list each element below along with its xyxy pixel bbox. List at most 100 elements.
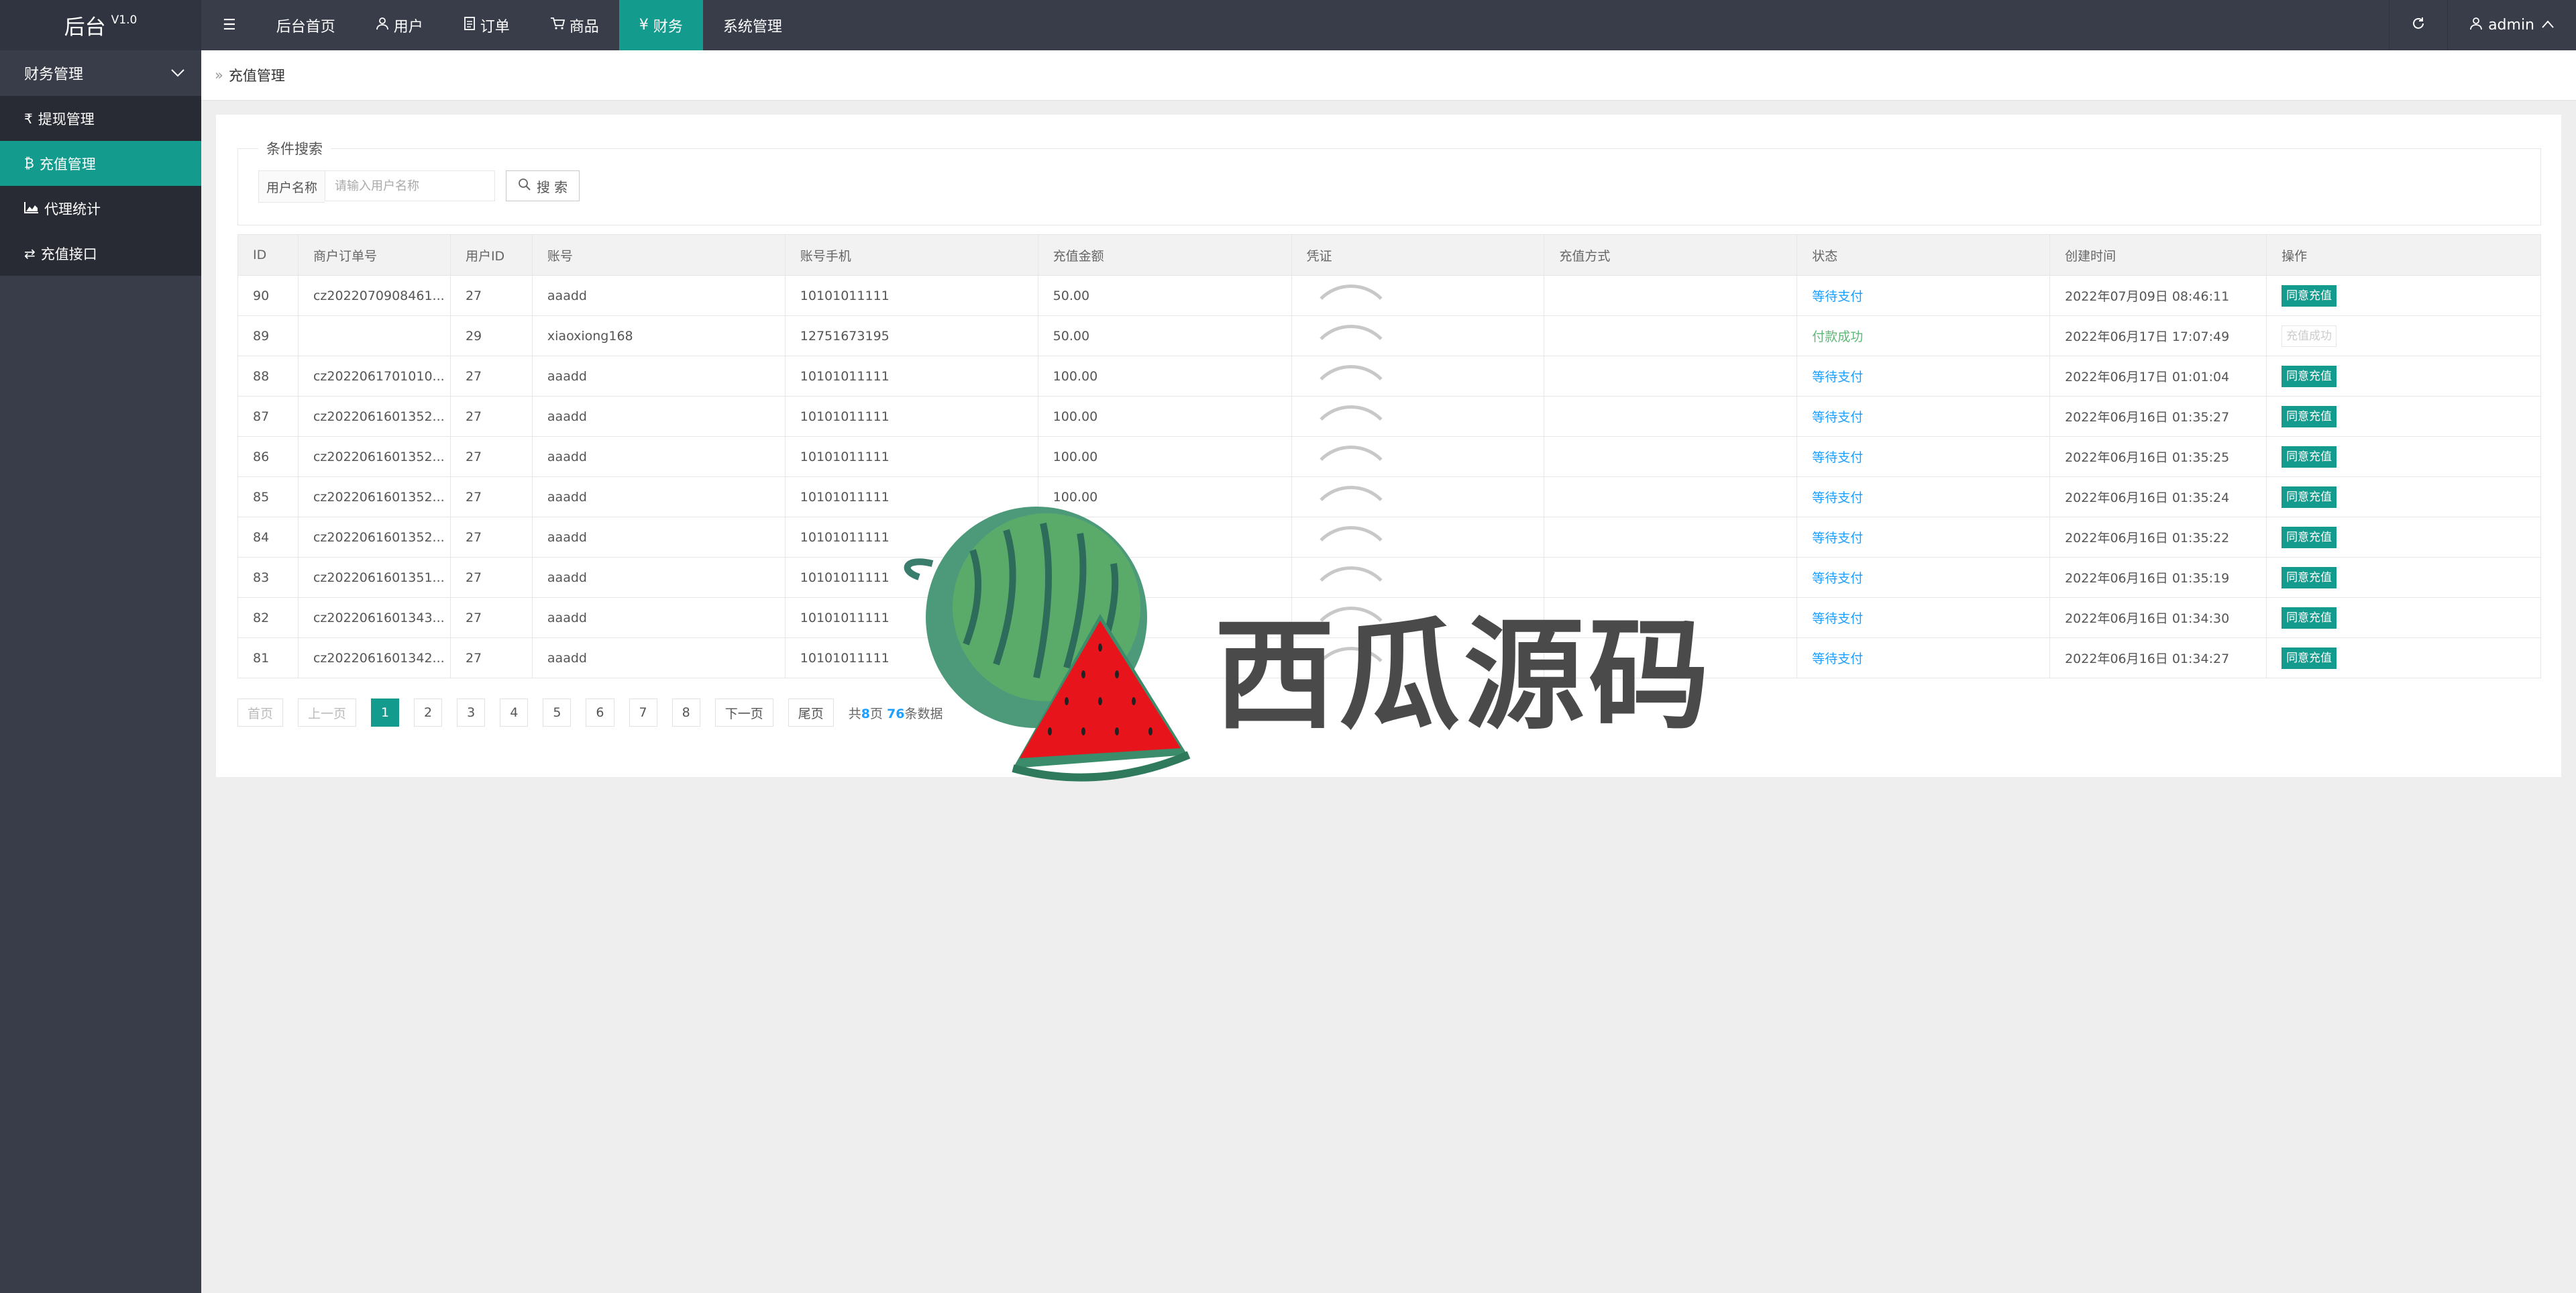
- top-bar: 后台 V1.0 ☰ 后台首页 用户 订单 商品 ¥ 财务 系统管理 admin: [0, 0, 2576, 50]
- page-5-button[interactable]: 5: [543, 699, 572, 727]
- col-order-no[interactable]: 商户订单号: [297, 234, 451, 276]
- cell-account: aaadd: [531, 517, 786, 558]
- col-id[interactable]: ID: [237, 234, 299, 276]
- prev-page-button[interactable]: 上一页: [298, 699, 357, 727]
- user-icon: [376, 17, 389, 34]
- cell-phone: 10101011111: [784, 436, 1038, 477]
- col-actions[interactable]: 操作: [2266, 234, 2541, 276]
- cell-order: cz2022061701010...: [297, 356, 451, 397]
- col-voucher[interactable]: 凭证: [1291, 234, 1545, 276]
- cell-actions: 同意充值: [2266, 356, 2541, 397]
- refresh-icon: [2411, 16, 2426, 35]
- nav-item-finance[interactable]: ¥ 财务: [619, 0, 703, 50]
- user-menu[interactable]: admin: [2447, 0, 2576, 50]
- first-page-button[interactable]: 首页: [237, 699, 284, 727]
- refresh-button[interactable]: [2389, 0, 2447, 50]
- col-created[interactable]: 创建时间: [2049, 234, 2267, 276]
- approve-recharge-button[interactable]: 同意充值: [2282, 647, 2337, 669]
- nav-item-orders[interactable]: 订单: [443, 0, 530, 50]
- approve-recharge-button[interactable]: 同意充值: [2282, 486, 2337, 508]
- approve-recharge-button[interactable]: 同意充值: [2282, 405, 2337, 427]
- user-icon: [2469, 17, 2483, 34]
- approve-recharge-button[interactable]: 同意充值: [2282, 285, 2337, 307]
- cell-actions: 同意充值: [2266, 637, 2541, 678]
- cell-status: 等待支付: [1796, 436, 2051, 477]
- chevron-up-icon: [2541, 18, 2555, 32]
- cell-uid: 29: [449, 315, 533, 356]
- cell-created: 2022年06月17日 01:01:04: [2049, 356, 2267, 397]
- cell-uid: 27: [449, 557, 533, 598]
- col-status[interactable]: 状态: [1796, 234, 2051, 276]
- cell-id: 88: [237, 356, 299, 397]
- sidebar-item-withdraw[interactable]: ₹ 提现管理: [0, 96, 201, 141]
- page-7-button[interactable]: 7: [629, 699, 657, 727]
- nav-item-home[interactable]: 后台首页: [256, 0, 356, 50]
- col-account[interactable]: 账号: [531, 234, 786, 276]
- app-logo[interactable]: 后台 V1.0: [0, 0, 201, 50]
- sidebar-item-label: 代理统计: [44, 201, 101, 217]
- sidebar-item-agent-stats[interactable]: 代理统计: [0, 186, 201, 231]
- cell-created: 2022年06月16日 01:35:24: [2049, 476, 2267, 517]
- cell-order: cz2022061601352...: [297, 476, 451, 517]
- cell-status: 等待支付: [1796, 356, 2051, 397]
- pager-total-pages: 8: [861, 706, 870, 721]
- table-row: 89 29 xiaoxiong168 12751673195 50.00 付款成功 2022…: [237, 315, 2541, 356]
- cell-amount: 100.00: [1037, 436, 1292, 477]
- sidebar-item-label: 提现管理: [38, 111, 95, 127]
- last-page-button[interactable]: 尾页: [788, 699, 834, 727]
- col-phone[interactable]: 账号手机: [784, 234, 1038, 276]
- cell-status: 等待支付: [1796, 396, 2051, 437]
- exchange-icon: ⇄: [24, 245, 36, 262]
- search-panel: 条件搜索 用户名称 搜 索: [237, 138, 2541, 225]
- approve-recharge-button[interactable]: 同意充值: [2282, 566, 2337, 588]
- approve-recharge-button[interactable]: 同意充值: [2282, 607, 2337, 629]
- sidebar-item-recharge-api[interactable]: ⇄ 充值接口: [0, 231, 201, 276]
- nav-label: 后台首页: [276, 18, 335, 36]
- menu-toggle-button[interactable]: ☰: [201, 0, 256, 50]
- nav-item-products[interactable]: 商品: [530, 0, 619, 50]
- sidebar-item-label: 充值接口: [40, 246, 97, 262]
- cell-phone: 10101011111: [784, 356, 1038, 397]
- nav-item-system[interactable]: 系统管理: [703, 0, 802, 50]
- col-amount[interactable]: 充值金额: [1037, 234, 1292, 276]
- nav-label: 商品: [569, 18, 599, 36]
- loading-spinner-icon: [1306, 405, 1399, 432]
- cell-actions: 同意充值: [2266, 476, 2541, 517]
- page-2-button[interactable]: 2: [414, 699, 443, 727]
- cell-id: 85: [237, 476, 299, 517]
- page-8-button[interactable]: 8: [672, 699, 700, 727]
- cell-status: 等待支付: [1796, 517, 2051, 558]
- cell-phone: 10101011111: [784, 275, 1038, 316]
- cell-voucher: [1291, 275, 1545, 316]
- app-title: 后台: [64, 15, 106, 40]
- next-page-button[interactable]: 下一页: [714, 699, 773, 727]
- nav-label: 财务: [653, 18, 683, 36]
- approve-recharge-button[interactable]: 同意充值: [2282, 446, 2337, 468]
- cell-id: 89: [237, 315, 299, 356]
- page-1-button[interactable]: 1: [371, 699, 400, 727]
- nav-label: 订单: [480, 18, 510, 36]
- sidebar-group-finance[interactable]: 财务管理: [0, 50, 201, 96]
- nav-item-users[interactable]: 用户: [356, 0, 443, 50]
- cell-account: aaadd: [531, 557, 786, 598]
- cell-order: cz2022061601352...: [297, 396, 451, 437]
- breadcrumb: » 充值管理: [201, 50, 2576, 101]
- sidebar-item-recharge[interactable]: ₿ 充值管理: [0, 141, 201, 186]
- cell-method: [1544, 396, 1798, 437]
- page-3-button[interactable]: 3: [457, 699, 486, 727]
- nav-label: 用户: [393, 18, 423, 36]
- page-6-button[interactable]: 6: [586, 699, 614, 727]
- loading-spinner-icon: [1306, 365, 1399, 392]
- page-4-button[interactable]: 4: [500, 699, 529, 727]
- username-search-input[interactable]: [325, 170, 495, 201]
- col-method[interactable]: 充值方式: [1544, 234, 1798, 276]
- cell-order: [297, 315, 451, 356]
- cell-created: 2022年06月16日 01:34:27: [2049, 637, 2267, 678]
- cell-actions: 同意充值: [2266, 597, 2541, 638]
- approve-recharge-button[interactable]: 同意充值: [2282, 526, 2337, 548]
- approve-recharge-button[interactable]: 同意充值: [2282, 365, 2337, 387]
- col-user-id[interactable]: 用户ID: [449, 234, 533, 276]
- search-button[interactable]: 搜 索: [506, 170, 580, 201]
- cell-account: xiaoxiong168: [531, 315, 786, 356]
- cell-id: 87: [237, 396, 299, 437]
